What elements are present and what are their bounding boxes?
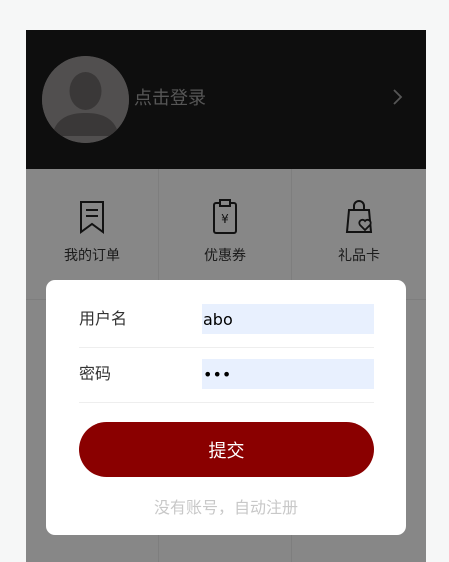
password-label: 密码 [79, 364, 112, 383]
password-input[interactable] [202, 359, 374, 389]
username-input[interactable] [202, 304, 374, 334]
username-row: 用户名 [79, 292, 374, 348]
register-link[interactable]: 没有账号，自动注册 [46, 494, 406, 518]
username-label: 用户名 [79, 309, 128, 328]
password-row: 密码 [79, 347, 374, 403]
submit-button[interactable]: 提交 [79, 422, 374, 477]
login-dialog: 用户名 密码 提交 没有账号，自动注册 [46, 280, 406, 535]
